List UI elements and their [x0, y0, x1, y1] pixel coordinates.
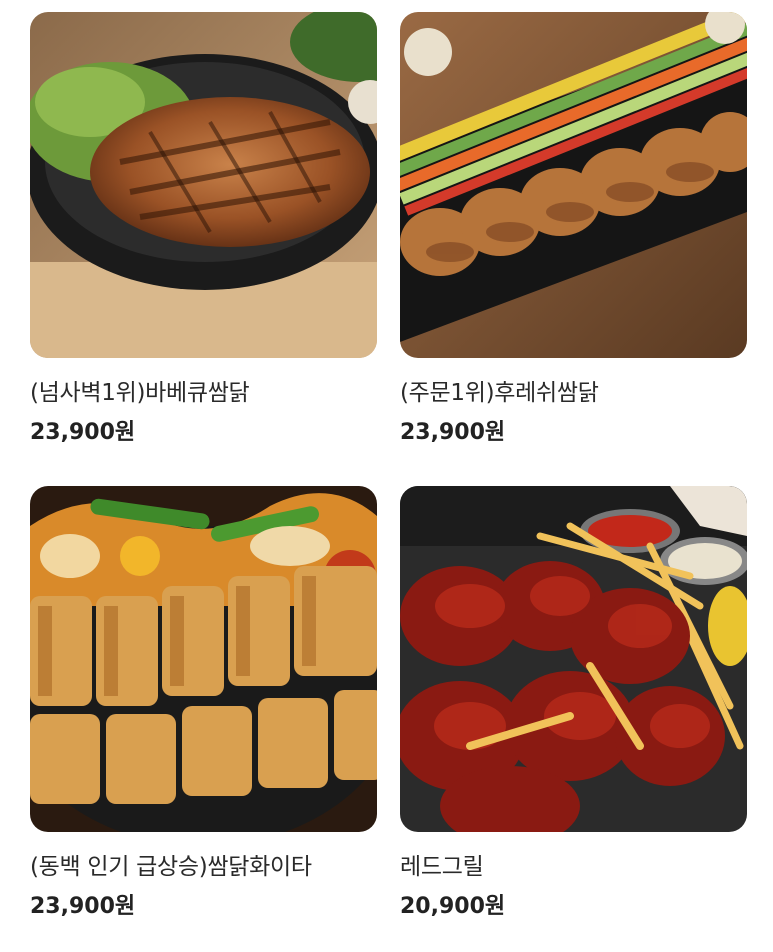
product-name[interactable]: 레드그릴: [400, 852, 747, 882]
product-grid: (넘사벽1위)바베큐쌈닭 23,900원 (주문1위)후레쉬쌈닭 23,900원…: [0, 0, 773, 952]
product-image-red-grill[interactable]: [400, 486, 747, 832]
product-image-ssamdak-fajita[interactable]: [30, 486, 377, 832]
product-name[interactable]: (주문1위)후레쉬쌈닭: [400, 378, 747, 408]
product-card-fresh-ssamdak[interactable]: (주문1위)후레쉬쌈닭 23,900원: [400, 12, 747, 448]
product-price: 23,900원: [30, 420, 136, 445]
product-card-red-grill[interactable]: 레드그릴 20,900원: [400, 486, 747, 922]
product-name[interactable]: (넘사벽1위)바베큐쌈닭: [30, 378, 377, 408]
product-card-ssamdak-fajita[interactable]: (동백 인기 급상승)쌈닭화이타 23,900원: [30, 486, 377, 922]
product-name[interactable]: (동백 인기 급상승)쌈닭화이타: [30, 852, 377, 882]
product-price: 23,900원: [30, 894, 136, 919]
product-price: 23,900원: [400, 420, 506, 445]
product-image-bbq-ssamdak[interactable]: [30, 12, 377, 358]
product-price: 20,900원: [400, 894, 506, 919]
product-image-fresh-ssamdak[interactable]: [400, 12, 747, 358]
product-card-bbq-ssamdak[interactable]: (넘사벽1위)바베큐쌈닭 23,900원: [30, 12, 377, 448]
